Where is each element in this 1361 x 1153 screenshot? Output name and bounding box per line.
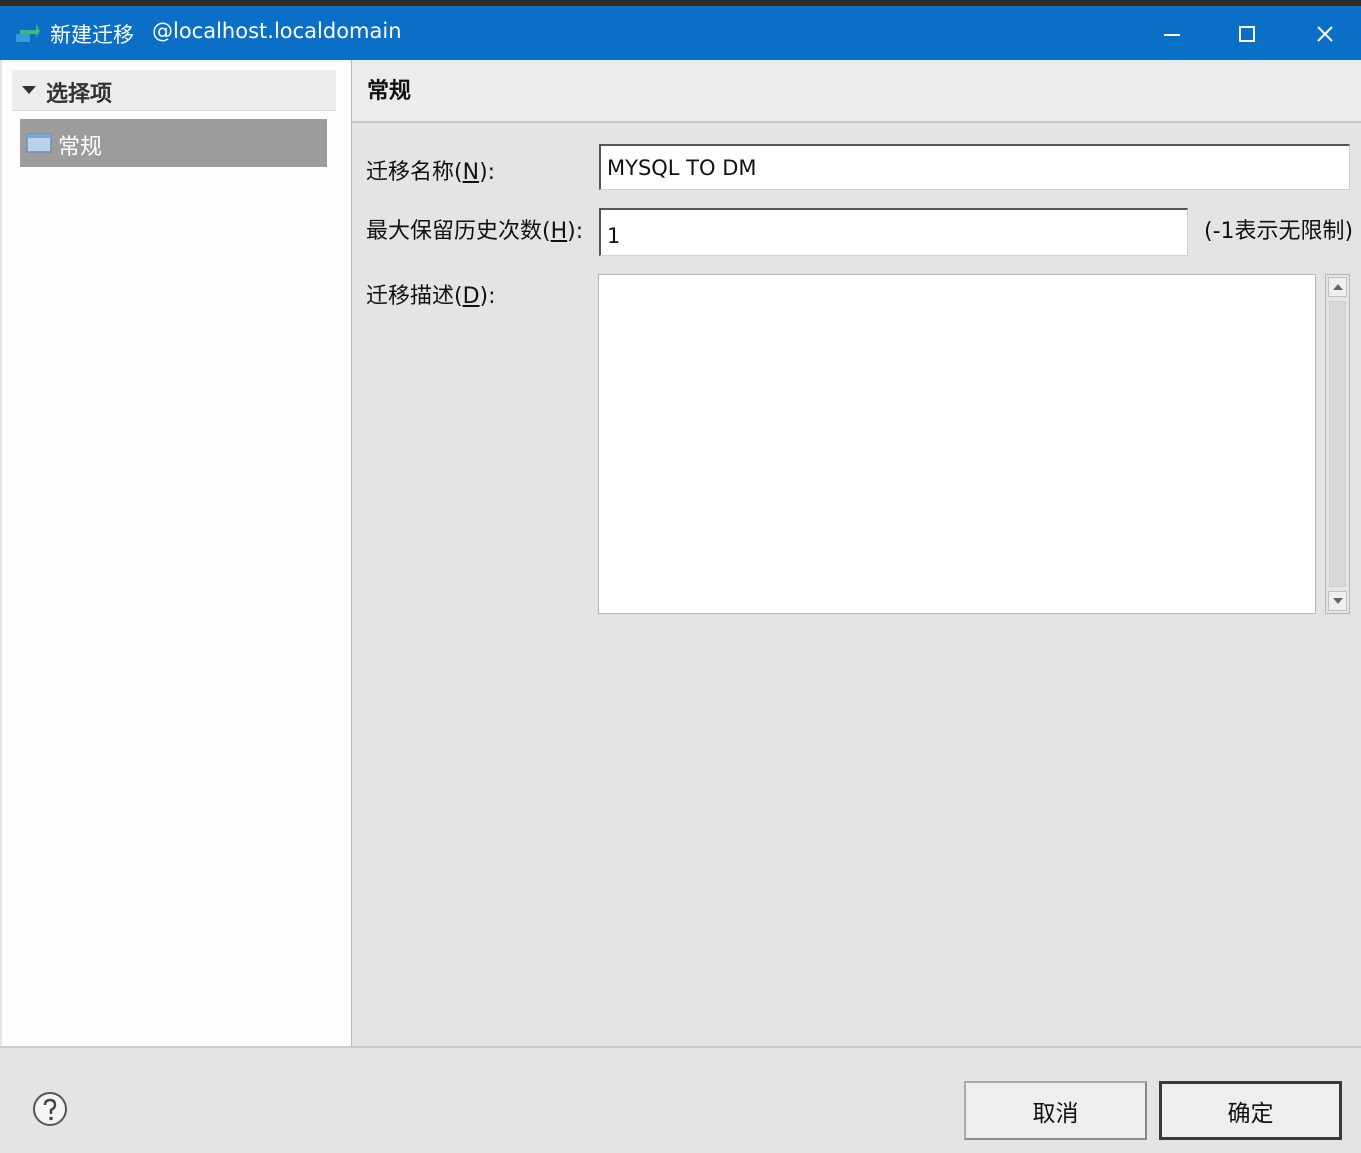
close-icon bbox=[1317, 26, 1333, 42]
close-button[interactable] bbox=[1299, 12, 1351, 56]
window-title-host: @localhost.localdomain bbox=[152, 19, 402, 43]
dialog-footer: 取消 确定 bbox=[0, 1046, 1361, 1153]
description-scrollbar[interactable] bbox=[1325, 274, 1350, 614]
help-icon[interactable] bbox=[32, 1091, 68, 1127]
mnemonic-d: D bbox=[462, 284, 480, 309]
minimize-button[interactable] bbox=[1146, 12, 1198, 56]
settings-panel: 常规 迁移名称(N): 最大保留历史次数(H): (-1表示无限制) 迁移描述(… bbox=[352, 60, 1361, 1046]
migration-name-label: 迁移名称(N): bbox=[366, 160, 496, 185]
mnemonic-h: H bbox=[550, 219, 568, 244]
migration-description-label: 迁移描述(D): bbox=[366, 284, 496, 309]
cancel-button[interactable]: 取消 bbox=[964, 1081, 1147, 1140]
maximize-icon bbox=[1239, 26, 1255, 42]
tree-item-general[interactable]: 常规 bbox=[20, 119, 327, 167]
mnemonic-n: N bbox=[462, 160, 480, 185]
migration-app-icon bbox=[16, 24, 40, 42]
maximize-button[interactable] bbox=[1221, 12, 1273, 56]
max-history-input[interactable] bbox=[599, 208, 1188, 256]
options-tree-panel: 选择项 常规 bbox=[2, 60, 352, 1046]
tree-group-header[interactable]: 选择项 bbox=[12, 70, 336, 111]
scroll-down-button[interactable] bbox=[1328, 591, 1347, 611]
migration-description-input[interactable] bbox=[598, 274, 1316, 614]
scrollbar-track[interactable] bbox=[1329, 301, 1346, 587]
scroll-up-button[interactable] bbox=[1328, 277, 1347, 297]
ok-button[interactable]: 确定 bbox=[1159, 1081, 1342, 1140]
window-title: 新建迁移 bbox=[50, 23, 134, 47]
max-history-hint: (-1表示无限制) bbox=[1204, 219, 1354, 244]
max-history-label: 最大保留历史次数(H): bbox=[366, 219, 584, 244]
description-area bbox=[598, 274, 1350, 614]
tree-item-label: 常规 bbox=[58, 135, 103, 160]
chevron-down-icon[interactable] bbox=[22, 86, 36, 94]
section-header: 常规 bbox=[352, 60, 1361, 123]
arrow-down-icon bbox=[1332, 598, 1343, 604]
window-page-icon bbox=[26, 133, 52, 153]
migration-name-input[interactable] bbox=[599, 144, 1350, 190]
tree-group-label: 选择项 bbox=[46, 82, 113, 107]
title-bar[interactable]: 新建迁移 @localhost.localdomain bbox=[0, 6, 1361, 60]
minimize-icon bbox=[1164, 34, 1180, 36]
section-title: 常规 bbox=[367, 79, 412, 104]
arrow-up-icon bbox=[1332, 284, 1343, 290]
